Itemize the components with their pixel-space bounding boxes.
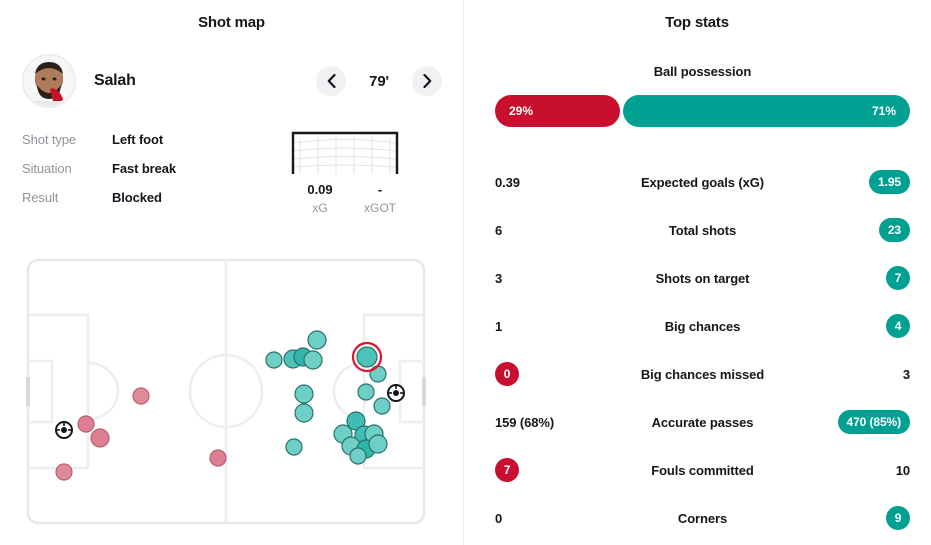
stat-value-left: 0 xyxy=(495,362,600,386)
top-stats-title: Top stats xyxy=(665,14,729,31)
player-header: Salah 79' xyxy=(22,54,442,108)
stat-badge: 0 xyxy=(495,362,519,386)
player-photo-icon xyxy=(24,56,74,106)
stat-row: 0.39 Expected goals (xG) 1.95 xyxy=(495,158,910,206)
shot-map-panel: Shot map Salah 79' Shot type Left foot S… xyxy=(0,0,463,545)
stat-badge: 9 xyxy=(886,506,910,530)
stats-list: 0.39 Expected goals (xG) 1.95 6 Total shots 2… xyxy=(495,158,910,542)
possession-home-value: 29% xyxy=(509,104,534,118)
shot-details: Shot type Left foot Situation Fast break… xyxy=(22,132,272,219)
player-avatar[interactable] xyxy=(22,54,76,108)
stat-value-left: 1 xyxy=(495,318,503,334)
stat-label: Big chances xyxy=(664,318,741,334)
stat-label: Total shots xyxy=(668,222,737,238)
possession-bar: 29% 71% xyxy=(495,95,910,127)
previous-shot-button[interactable] xyxy=(316,66,346,96)
stat-value-right: 23 xyxy=(805,218,910,242)
stat-row: 0 Corners 9 xyxy=(495,494,910,542)
possession-home-segment: 29% xyxy=(495,95,621,127)
stat-value-right: 7 xyxy=(805,266,910,290)
situation-label: Situation xyxy=(22,161,72,176)
stat-row: 1 Big chances 4 xyxy=(495,302,910,350)
top-stats-panel: Top stats Ball possession 29% 71% 0.39 Ex… xyxy=(463,0,931,545)
stat-row: 0 Big chances missed 3 xyxy=(495,350,910,398)
stat-value-left: 6 xyxy=(495,222,503,238)
stat-row: 7 Fouls committed 10 xyxy=(495,446,910,494)
stat-row: 3 Shots on target 7 xyxy=(495,254,910,302)
goal-ball-marker xyxy=(55,421,73,439)
chevron-right-icon xyxy=(422,74,431,88)
stat-badge: 470 (85%) xyxy=(837,410,910,434)
goal-net-icon xyxy=(291,131,399,174)
xg-label: xG xyxy=(312,201,328,215)
stat-label: Fouls committed xyxy=(651,462,754,478)
xgot-label: xGOT xyxy=(364,201,396,215)
stat-value-left: 0.39 xyxy=(495,174,520,190)
stat-badge: 23 xyxy=(878,218,910,242)
stat-row: 6 Total shots 23 xyxy=(495,206,910,254)
shot-type-label: Shot type xyxy=(22,132,77,147)
stat-label: Expected goals (xG) xyxy=(640,174,765,190)
xg-values-row: 0.09 xG - xGOT xyxy=(290,182,410,215)
stat-value-right: 3 xyxy=(902,366,910,382)
stat-badge: 1.95 xyxy=(869,170,910,194)
shot-type-value: Left foot xyxy=(112,132,164,147)
xgot-value: - xyxy=(377,182,383,197)
possession-away-segment: 71% xyxy=(623,95,910,127)
match-stats-page: Shot map Salah 79' Shot type Left foot S… xyxy=(0,0,931,545)
stat-value-right: 470 (85%) xyxy=(805,410,910,434)
shot-navigation: 79' xyxy=(316,66,442,96)
stat-value-right: 1.95 xyxy=(805,170,910,194)
result-value: Blocked xyxy=(112,190,162,205)
stat-value-right: 9 xyxy=(805,506,910,530)
stat-value-right: 10 xyxy=(895,462,910,478)
selected-shot-marker[interactable] xyxy=(351,341,383,373)
xgot-column: - xGOT xyxy=(350,182,410,215)
pitch-container[interactable] xyxy=(26,258,426,525)
next-shot-button[interactable] xyxy=(412,66,442,96)
shot-detail-row: Result Blocked xyxy=(22,190,272,219)
stat-row: 159 (68%) Accurate passes 470 (85%) xyxy=(495,398,910,446)
stat-badge: 7 xyxy=(495,458,519,482)
situation-value: Fast break xyxy=(112,161,177,176)
goal-mouth-graphic: 0.09 xG - xGOT xyxy=(290,130,410,215)
stat-badge: 7 xyxy=(886,266,910,290)
shot-detail-row: Situation Fast break xyxy=(22,161,272,190)
stat-label: Shots on target xyxy=(655,270,750,286)
xg-column: 0.09 xG xyxy=(290,182,350,215)
stat-label: Accurate passes xyxy=(651,414,754,430)
stat-badge: 4 xyxy=(886,314,910,338)
result-label: Result xyxy=(22,190,59,205)
chevron-left-icon xyxy=(327,74,336,88)
possession-away-value: 71% xyxy=(871,104,896,118)
stat-label: Corners xyxy=(677,510,728,526)
stat-value-left: 3 xyxy=(495,270,503,286)
stat-value-left: 7 xyxy=(495,458,600,482)
player-name: Salah xyxy=(94,72,136,89)
xg-value: 0.09 xyxy=(307,182,333,197)
shot-minute: 79' xyxy=(369,72,389,90)
shot-detail-row: Shot type Left foot xyxy=(22,132,272,161)
ball-possession-label: Ball possession xyxy=(653,64,752,79)
stat-value-left: 159 (68%) xyxy=(495,414,555,430)
goal-ball-marker xyxy=(387,384,405,402)
pitch-shot-map[interactable] xyxy=(26,258,426,525)
ball-possession-block: Ball possession 29% 71% xyxy=(495,64,910,127)
stat-value-right: 4 xyxy=(805,314,910,338)
stat-value-left: 0 xyxy=(495,510,503,526)
stat-label: Big chances missed xyxy=(640,366,765,382)
shot-map-title: Shot map xyxy=(198,14,265,31)
